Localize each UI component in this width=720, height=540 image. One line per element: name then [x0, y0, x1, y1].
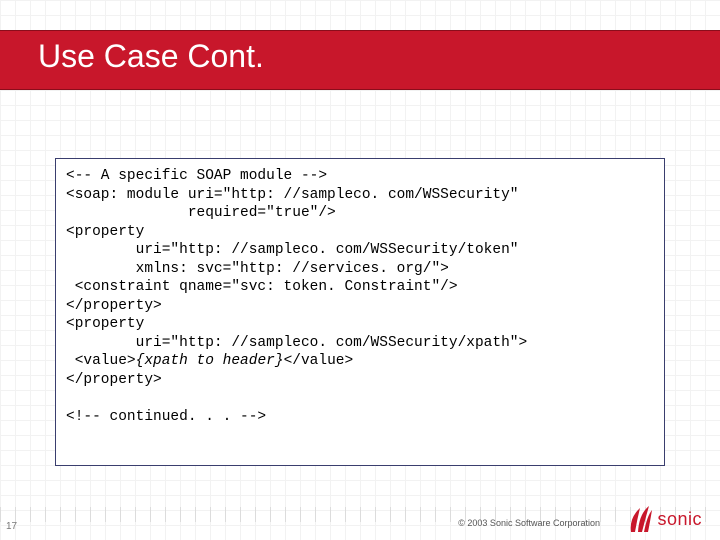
logo-text: sonic	[657, 509, 702, 530]
code-line: <property	[66, 316, 144, 332]
code-line: xmlns: svc="http: //services. org/">	[66, 261, 449, 277]
code-line: required="true"/>	[66, 205, 336, 221]
sonic-logo: sonic	[627, 504, 702, 534]
code-box: <-- A specific SOAP module --> <soap: mo…	[55, 158, 665, 466]
copyright-text: © 2003 Sonic Software Corporation	[458, 518, 600, 528]
code-line-part-italic: {xpath to header}	[136, 353, 284, 369]
code-line: <constraint qname="svc: token. Constrain…	[66, 279, 458, 295]
slide: Use Case Cont. <-- A specific SOAP modul…	[0, 0, 720, 540]
code-line: <property	[66, 224, 144, 240]
sonic-logo-icon	[627, 504, 653, 534]
code-line: </property>	[66, 372, 162, 388]
code-line: <!-- continued. . . -->	[66, 409, 266, 425]
footer-grid	[0, 507, 720, 522]
code-line-part: </value>	[284, 353, 354, 369]
code-block: <-- A specific SOAP module --> <soap: mo…	[66, 167, 654, 427]
code-line: </property>	[66, 298, 162, 314]
code-line-part: <value>	[66, 353, 136, 369]
code-line: <soap: module uri="http: //sampleco. com…	[66, 187, 518, 203]
slide-number: 17	[6, 521, 17, 532]
slide-title: Use Case Cont.	[38, 38, 264, 75]
code-line: uri="http: //sampleco. com/WSSecurity/to…	[66, 242, 518, 258]
code-line: <-- A specific SOAP module -->	[66, 168, 327, 184]
code-line: uri="http: //sampleco. com/WSSecurity/xp…	[66, 335, 527, 351]
